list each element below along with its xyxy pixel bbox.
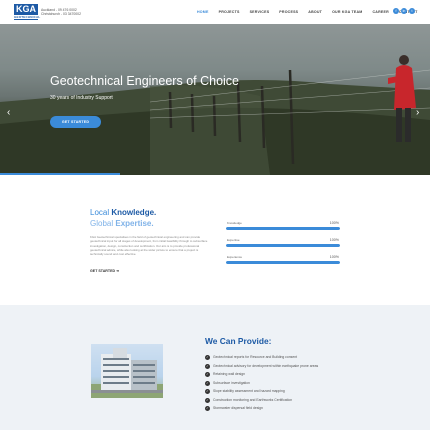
nav-about[interactable]: ABOUT [308,10,322,14]
list-item: ✓ Stormwater dispersal field design [205,406,355,415]
services-list: ✓ Geotechnical reports for Resource and B… [205,355,355,415]
skill-label: Expertise [227,238,240,242]
slider-next-arrow-icon[interactable]: › [416,108,419,118]
check-circle-icon: ✓ [205,406,210,411]
skill-expertise: Expertise 100% [226,238,340,255]
kga-logo[interactable]: KGA GEOTECHNICAL [14,4,41,20]
list-item: ✓ Retaining wall design [205,372,355,381]
service-text: Retaining wall design [213,372,246,376]
skill-track [226,261,340,264]
building-photo [91,344,163,398]
nav-home[interactable]: HOME [197,10,209,14]
provide-heading-bold: Provide: [237,336,272,346]
skill-experience: Experience 100% [226,255,340,272]
check-circle-icon: ✓ [205,372,210,377]
social-links: f in t [393,8,415,14]
list-item: ✓ Slope stability assessment and hazard m… [205,389,355,398]
service-text: Geotechnical advisory for development wi… [213,363,319,368]
skill-fill [226,261,340,264]
heading-global: Global [90,219,116,228]
linkedin-icon[interactable]: in [401,8,407,14]
nav-services[interactable]: SERVICES [250,10,270,14]
provide-heading-plain: We Can [205,336,238,346]
service-text: Construction monitoring and Earthworks C… [213,397,293,402]
nav-career[interactable]: CAREER [372,10,388,14]
heading-knowledge: Knowledge. [111,208,157,217]
logo-subtext: GEOTECHNICAL [14,15,41,19]
check-circle-icon: ✓ [205,397,210,403]
list-item: ✓ Geotechnical advisory for development w… [205,363,355,373]
get-started-link[interactable]: GET STARTED ➔ [90,269,119,273]
service-text: Subsurface investigation [213,380,250,385]
skill-knowledge: Knowledge 100% [226,221,340,238]
skill-percent: 100% [329,220,339,225]
hero-title: Geotechnical Engineers of Choice [50,74,240,88]
heading-line-2: Global Expertise. [90,218,156,229]
check-circle-icon: ✓ [205,363,210,369]
local-knowledge-heading: Local Knowledge. Global Expertise. [90,207,156,229]
nav-process[interactable]: PROCESS [279,10,298,14]
nav-projects[interactable]: PROJECTS [219,10,240,14]
skill-track [226,227,340,230]
facebook-icon[interactable]: f [393,8,399,14]
provide-heading: We Can Provide: [205,336,271,346]
service-text: Stormwater dispersal field design [213,406,263,410]
list-item: ✓ Construction monitoring and Earthworks … [205,397,355,407]
site-header: KGA GEOTECHNICAL Auckland - 09 476 0002 … [0,0,430,24]
logo-text: KGA [16,4,36,14]
get-started-button[interactable]: GET STARTED [50,116,101,128]
skill-label: Knowledge [227,221,242,225]
check-circle-icon: ✓ [205,389,210,394]
skill-track [226,244,340,247]
main-nav: HOME PROJECTS SERVICES PROCESS ABOUT OUR… [197,10,418,14]
slider-progress-bar [0,173,120,175]
twitter-icon[interactable]: t [409,8,415,14]
heading-expertise: Expertise. [115,219,154,228]
arrow-right-icon: ➔ [116,269,120,273]
hero-subtitle: 30 years of Industry Support [50,95,113,101]
heading-line-1: Local Knowledge. [90,207,156,218]
check-circle-icon: ✓ [205,355,210,360]
skill-fill [226,227,340,230]
nav-our-kga-team[interactable]: OUR KGA TEAM [332,10,362,14]
skill-fill [226,244,340,247]
skill-label: Experience [227,255,243,259]
skill-percent: 100% [329,237,339,242]
skill-bars: Knowledge 100% Expertise 100% Experience… [226,221,340,272]
heading-local: Local [90,208,112,217]
service-text: Slope stability assessment and hazard ma… [213,389,285,393]
get-started-link-label: GET STARTED [90,269,116,273]
contact-christchurch: Christchurch - 03 3470002 [41,12,81,16]
service-text: Geotechnical reports for Resource and Bu… [213,355,298,359]
check-circle-icon: ✓ [205,380,210,386]
contact-info: Auckland - 09 476 0002 Christchurch - 03… [41,8,81,16]
list-item: ✓ Geotechnical reports for Resource and B… [205,355,355,364]
list-item: ✓ Subsurface investigation [205,380,355,390]
building-illustration [91,348,163,398]
hero-slider: Geotechnical Engineers of Choice 30 year… [0,24,430,175]
slider-prev-arrow-icon[interactable]: ‹ [7,108,10,118]
intro-paragraph: KGA Geotechnical specialises in the fiel… [90,235,208,257]
skill-percent: 100% [329,254,339,259]
